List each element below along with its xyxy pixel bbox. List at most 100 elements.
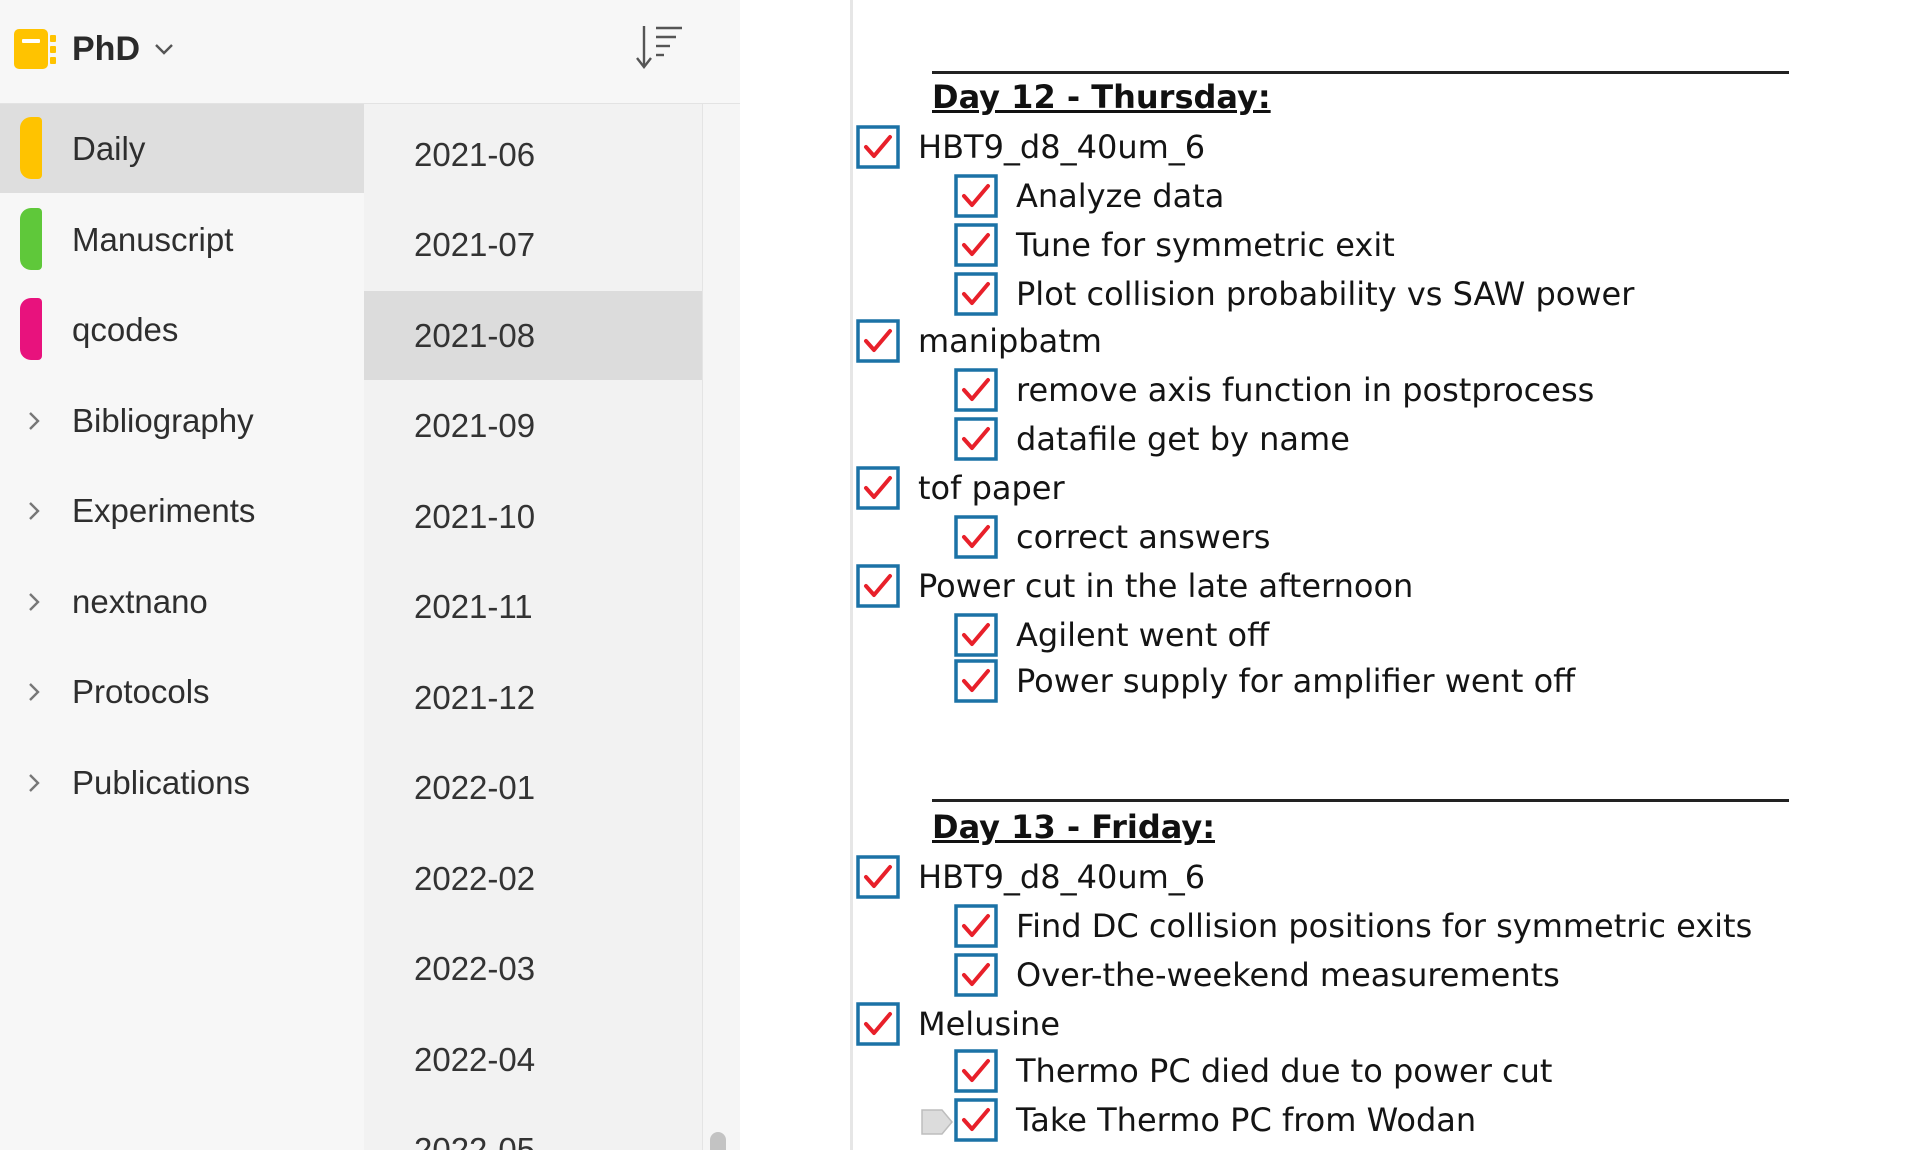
page-label: 2022-05 — [414, 1131, 536, 1150]
page-item-2021-10[interactable]: 2021-10 — [364, 472, 702, 561]
checked-checkbox-icon[interactable] — [954, 904, 998, 948]
todo-text[interactable]: HBT9_d8_40um_6 — [918, 125, 1205, 169]
checked-checkbox-icon[interactable] — [954, 612, 998, 657]
page-item-2021-08[interactable]: 2021-08 — [364, 290, 702, 380]
page-label: 2021-10 — [414, 497, 536, 535]
todo-text[interactable]: Power cut in the late afternoon — [918, 564, 1413, 608]
page-item-2021-07[interactable]: 2021-07 — [364, 200, 702, 289]
section-item-experiments[interactable]: Experiments — [0, 466, 364, 555]
notebook-switcher[interactable]: PhD — [14, 24, 176, 74]
todo-text[interactable]: datafile get by name — [1016, 417, 1350, 461]
checked-checkbox-icon[interactable] — [954, 953, 998, 997]
section-label: qcodes — [72, 311, 179, 348]
page-label: 2022-02 — [414, 859, 536, 897]
todo-text[interactable]: Agilent went off — [1016, 613, 1269, 657]
todo-item: HBT9_d8_40um_6 — [856, 125, 1900, 169]
todo-text[interactable]: Melusine — [918, 1002, 1060, 1046]
sections-list: Daily Manuscript qcodes Bibliography Experim… — [0, 104, 364, 1150]
day-heading: Day 13 - Friday: — [932, 808, 1215, 847]
page-item-2022-04[interactable]: 2022-04 — [364, 1015, 702, 1104]
todo-text[interactable]: remove axis function in postprocess — [1016, 368, 1594, 412]
page-item-2021-05[interactable]: 2021-05 — [364, 104, 702, 108]
checked-checkbox-icon[interactable] — [954, 272, 998, 316]
todo-text[interactable]: Analyze data — [1016, 174, 1224, 218]
section-item-publications[interactable]: Publications — [0, 738, 364, 827]
todo-subitem: Find DC collision positions for symmetri… — [954, 904, 1900, 948]
navigation-header: PhD — [0, 0, 740, 104]
todo-text[interactable]: Over-the-weekend measurements — [1016, 953, 1560, 997]
todo-text[interactable]: Tune for symmetric exit — [1016, 223, 1395, 267]
pages-scroll-area[interactable]: 2021-05 2021-06 2021-07 2021-08 2021-09 2021-… — [364, 104, 702, 1150]
todo-text[interactable]: tof paper — [918, 466, 1065, 510]
section-item-qcodes[interactable]: qcodes — [0, 285, 364, 374]
todo-text[interactable]: Find DC collision positions for symmetri… — [1016, 904, 1752, 948]
checked-checkbox-icon[interactable] — [856, 563, 900, 608]
section-color-tab-icon — [20, 117, 42, 179]
checked-checkbox-icon[interactable] — [954, 223, 998, 267]
page-item-2021-12[interactable]: 2021-12 — [364, 653, 702, 742]
section-label: Manuscript — [72, 220, 234, 258]
pages-list: 2021-05 2021-06 2021-07 2021-08 2021-09 2021-… — [364, 104, 740, 1150]
todo-text[interactable]: Thermo PC died due to power cut — [1016, 1049, 1552, 1093]
page-item-2022-03[interactable]: 2022-03 — [364, 924, 702, 1013]
page-item-2021-11[interactable]: 2021-11 — [364, 562, 702, 651]
checked-checkbox-icon[interactable] — [856, 125, 900, 169]
page-label: 2021-07 — [414, 226, 536, 263]
chevron-down-icon — [152, 37, 176, 61]
checked-checkbox-icon[interactable] — [954, 514, 998, 559]
todo-subitem: Take Thermo PC from Wodan — [954, 1097, 1900, 1142]
checked-checkbox-icon[interactable] — [954, 1048, 998, 1093]
page-item-2022-05[interactable]: 2022-05 — [364, 1105, 702, 1150]
todo-text[interactable]: correct answers — [1016, 515, 1270, 559]
section-item-manuscript[interactable]: Manuscript — [0, 195, 364, 284]
chevron-right-icon[interactable] — [22, 497, 46, 525]
note-canvas[interactable]: Day 12 - Thursday: HBT9_d8_40um_6 Analyze … — [740, 0, 1920, 1150]
todo-subitem: Tune for symmetric exit — [954, 223, 1900, 267]
checked-checkbox-icon[interactable] — [954, 174, 998, 218]
page-item-2021-06[interactable]: 2021-06 — [364, 110, 702, 199]
todo-item: tof paper — [856, 465, 1900, 510]
paragraph-handle-icon[interactable] — [920, 1108, 954, 1136]
todo-item: Melusine — [856, 1002, 1900, 1046]
page-label: 2021-09 — [414, 407, 536, 444]
chevron-right-icon[interactable] — [22, 678, 46, 706]
section-item-protocols[interactable]: Protocols — [0, 647, 364, 736]
checked-checkbox-icon[interactable] — [954, 1097, 998, 1142]
navigation-pane: PhD Daily Manuscript qcodes Bibliography Exp… — [0, 0, 740, 1150]
todo-subitem: Over-the-weekend measurements — [954, 953, 1900, 997]
page-label: 2021-11 — [414, 588, 533, 625]
todo-text[interactable]: HBT9_d8_40um_6 — [918, 855, 1205, 899]
todo-subitem: Power supply for amplifier went off — [954, 659, 1900, 703]
chevron-right-icon[interactable] — [22, 769, 46, 797]
chevron-right-icon[interactable] — [22, 407, 46, 435]
checked-checkbox-icon[interactable] — [856, 855, 900, 899]
checked-checkbox-icon[interactable] — [954, 367, 998, 412]
sort-pages-button[interactable] — [632, 22, 688, 78]
day-heading: Day 12 - Thursday: — [932, 78, 1271, 116]
pages-scrollbar-thumb[interactable] — [710, 1132, 726, 1150]
notebook-icon — [14, 27, 56, 71]
todo-text[interactable]: Take Thermo PC from Wodan — [1016, 1098, 1476, 1142]
todo-subitem: correct answers — [954, 514, 1900, 559]
section-item-daily[interactable]: Daily — [0, 104, 364, 193]
todo-text[interactable]: manipbatm — [918, 319, 1102, 363]
checked-checkbox-icon[interactable] — [856, 1002, 900, 1046]
page-label: 2022-01 — [414, 769, 536, 806]
todo-text[interactable]: Power supply for amplifier went off — [1016, 659, 1575, 703]
todo-subitem: Analyze data — [954, 174, 1900, 218]
section-item-bibliography[interactable]: Bibliography — [0, 376, 364, 465]
checked-checkbox-icon[interactable] — [954, 416, 998, 461]
todo-subitem: Agilent went off — [954, 612, 1900, 657]
todo-text[interactable]: Plot collision probability vs SAW power — [1016, 272, 1634, 316]
separator-line — [932, 71, 1789, 75]
section-label: Bibliography — [72, 401, 254, 439]
section-item-nextnano[interactable]: nextnano — [0, 557, 364, 646]
checked-checkbox-icon[interactable] — [954, 659, 998, 703]
page-item-2022-02[interactable]: 2022-02 — [364, 834, 702, 923]
checked-checkbox-icon[interactable] — [856, 318, 900, 363]
checked-checkbox-icon[interactable] — [856, 465, 900, 510]
page-item-2022-01[interactable]: 2022-01 — [364, 743, 702, 832]
section-label: Experiments — [72, 492, 256, 529]
chevron-right-icon[interactable] — [22, 588, 46, 616]
page-item-2021-09[interactable]: 2021-09 — [364, 381, 702, 470]
